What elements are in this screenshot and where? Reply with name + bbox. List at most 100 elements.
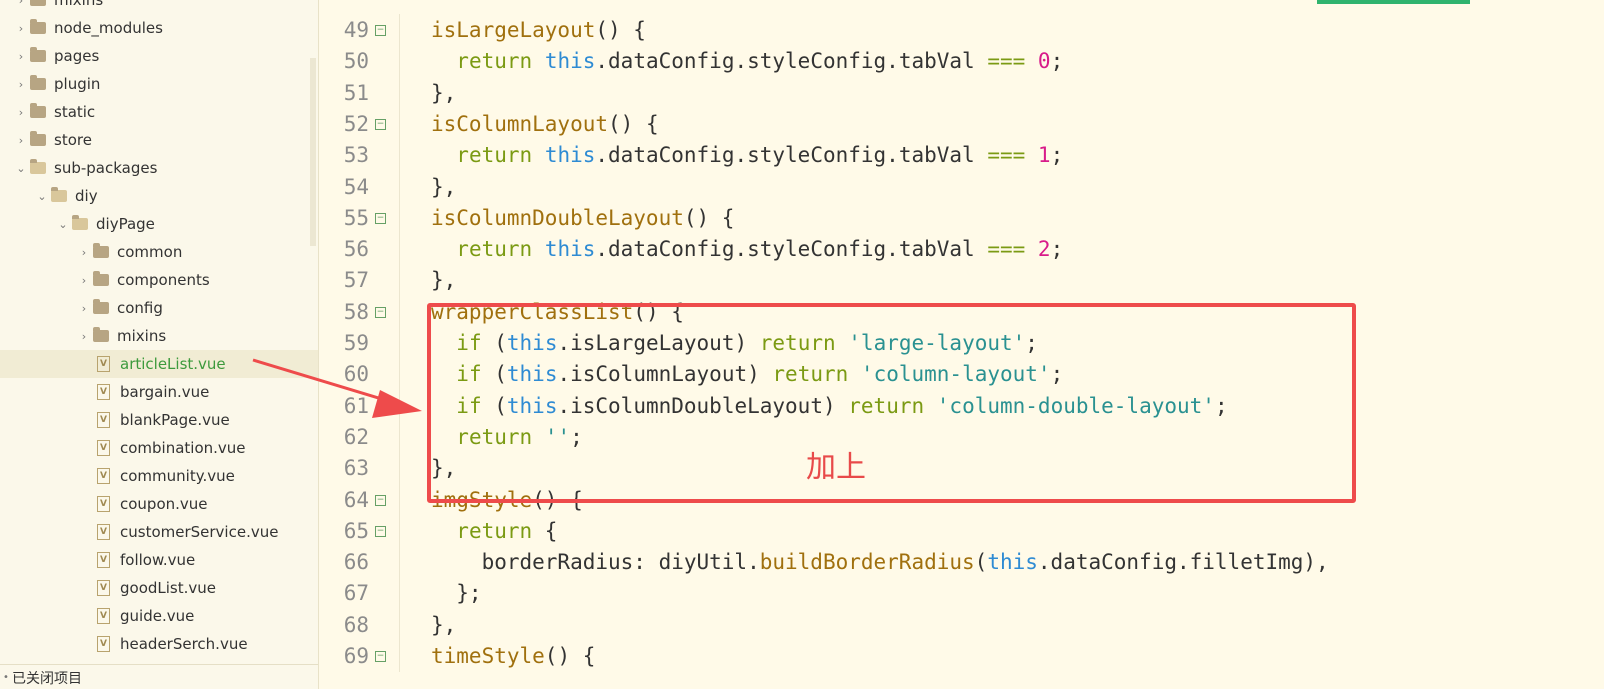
tree-folder[interactable]: › plugin <box>0 70 318 98</box>
code-token: 2 <box>1037 237 1051 262</box>
code-line[interactable]: 56 return this.dataConfig.styleConfig.ta… <box>319 233 1604 266</box>
code-token: }, <box>431 268 457 293</box>
fold-toggle-icon[interactable]: − <box>375 306 386 318</box>
tree-folder[interactable]: › mixins <box>0 0 318 14</box>
folder-icon <box>30 0 46 6</box>
line-number: 68 <box>343 612 369 637</box>
tree-folder[interactable]: › static <box>0 98 318 126</box>
tree-folder[interactable]: › mixins <box>0 322 318 350</box>
tree-file[interactable]: VgoodList.vue <box>0 574 318 602</box>
indent-guide <box>399 546 400 579</box>
code-token: timeStyle <box>431 644 545 668</box>
code-line[interactable]: 57}, <box>319 264 1604 297</box>
tree-item-label: plugin <box>54 75 101 93</box>
code-text: isColumnDoubleLayout() { <box>431 202 734 234</box>
line-number: 69 <box>343 644 369 668</box>
tree-folder[interactable]: › store <box>0 126 318 154</box>
code-line[interactable]: 49− isLargeLayout() { <box>319 14 1604 46</box>
code-token: .dataConfig.filletImg), <box>1037 550 1329 575</box>
code-line[interactable]: 67 }; <box>319 577 1604 610</box>
code-line[interactable]: 52− isColumnLayout() { <box>319 107 1604 140</box>
code-line[interactable]: 53 return this.dataConfig.styleConfig.ta… <box>319 139 1604 172</box>
code-token: ; <box>1050 49 1064 74</box>
tree-item-label: articleList.vue <box>120 355 226 373</box>
code-line[interactable]: 69− timeStyle() { <box>319 640 1604 672</box>
tree-file[interactable]: VblankPage.vue <box>0 406 318 434</box>
fold-toggle-icon[interactable]: − <box>375 651 386 662</box>
code-token: return <box>456 237 533 262</box>
chevron-down-icon: ⌄ <box>58 217 68 231</box>
folder-icon <box>93 243 109 258</box>
tree-item-label: static <box>54 103 96 121</box>
closed-projects-section[interactable]: • 已关闭项目 <box>0 664 318 689</box>
code-line[interactable]: 68}, <box>319 608 1604 641</box>
vue-file-icon: V <box>97 496 110 512</box>
indent-guide <box>399 483 400 516</box>
chevron-right-icon: › <box>81 245 87 259</box>
code-token: isColumnLayout <box>431 111 609 136</box>
tree-item-label: common <box>117 243 183 261</box>
tree-file[interactable]: VheaderSerch.vue <box>0 630 318 658</box>
code-token: === <box>987 143 1026 168</box>
tree-item-label: components <box>117 271 210 289</box>
line-number: 53 <box>343 143 369 168</box>
code-line[interactable]: 51}, <box>319 76 1604 109</box>
fold-toggle-icon[interactable]: − <box>375 525 386 537</box>
line-number: 50 <box>343 49 369 74</box>
tree-file[interactable]: Vcombination.vue <box>0 434 318 462</box>
tree-item-label: config <box>117 299 163 317</box>
code-line[interactable]: 50 return this.dataConfig.styleConfig.ta… <box>319 45 1604 78</box>
code-token: buildBorderRadius <box>759 550 975 575</box>
tree-file[interactable]: VcustomerService.vue <box>0 518 318 546</box>
tree-folder[interactable]: ⌄ sub-packages <box>0 154 318 182</box>
tree-folder[interactable]: ⌄ diyPage <box>0 210 318 238</box>
code-line[interactable]: 65− return { <box>319 514 1604 547</box>
tree-folder[interactable]: › components <box>0 266 318 294</box>
line-number: 52 <box>343 111 369 136</box>
line-number: 62 <box>343 424 369 449</box>
code-token: === <box>987 237 1026 262</box>
vue-file-icon: V <box>97 356 110 372</box>
tree-file[interactable]: Vfollow.vue <box>0 546 318 574</box>
folder-icon <box>30 103 46 118</box>
code-line[interactable]: 66 borderRadius: diyUtil.buildBorderRadi… <box>319 546 1604 579</box>
tree-folder[interactable]: › common <box>0 238 318 266</box>
code-line[interactable]: 55− isColumnDoubleLayout() { <box>319 201 1604 234</box>
code-token: { <box>532 518 558 543</box>
tree-file[interactable]: Vguide.vue <box>0 602 318 630</box>
tree-folder[interactable]: › node_modules <box>0 14 318 42</box>
tree-folder[interactable]: › config <box>0 294 318 322</box>
code-token: isLargeLayout <box>431 18 596 42</box>
tree-file[interactable]: Vcoupon.vue <box>0 490 318 518</box>
tree-folder[interactable]: › pages <box>0 42 318 70</box>
indent-guide <box>399 170 400 203</box>
tree-folder[interactable]: ⌄ diy <box>0 182 318 210</box>
indent-guide <box>399 389 400 422</box>
fold-toggle-icon[interactable]: − <box>375 494 386 506</box>
sidebar-scrollbar[interactable] <box>310 58 316 246</box>
code-token: }, <box>431 174 457 199</box>
tree-file[interactable]: Vbargain.vue <box>0 378 318 406</box>
vue-file-icon: V <box>97 384 110 400</box>
indent-guide <box>399 452 400 485</box>
tree-file[interactable]: Vcommunity.vue <box>0 462 318 490</box>
code-token: }; <box>431 581 482 606</box>
code-token: return <box>456 518 533 543</box>
code-text: timeStyle() { <box>431 640 595 672</box>
fold-toggle-icon[interactable]: − <box>375 25 386 36</box>
line-number: 60 <box>343 362 369 387</box>
fold-toggle-icon[interactable]: − <box>375 212 386 224</box>
indent-guide <box>399 420 400 453</box>
chevron-right-icon: › <box>18 49 24 63</box>
code-line[interactable]: 54}, <box>319 170 1604 203</box>
code-text: return this.dataConfig.styleConfig.tabVa… <box>431 233 1063 265</box>
tree-file[interactable]: VarticleList.vue <box>0 350 318 378</box>
fold-toggle-icon[interactable]: − <box>375 118 386 130</box>
indent-guide <box>399 608 400 641</box>
tree-item-label: store <box>54 131 92 149</box>
